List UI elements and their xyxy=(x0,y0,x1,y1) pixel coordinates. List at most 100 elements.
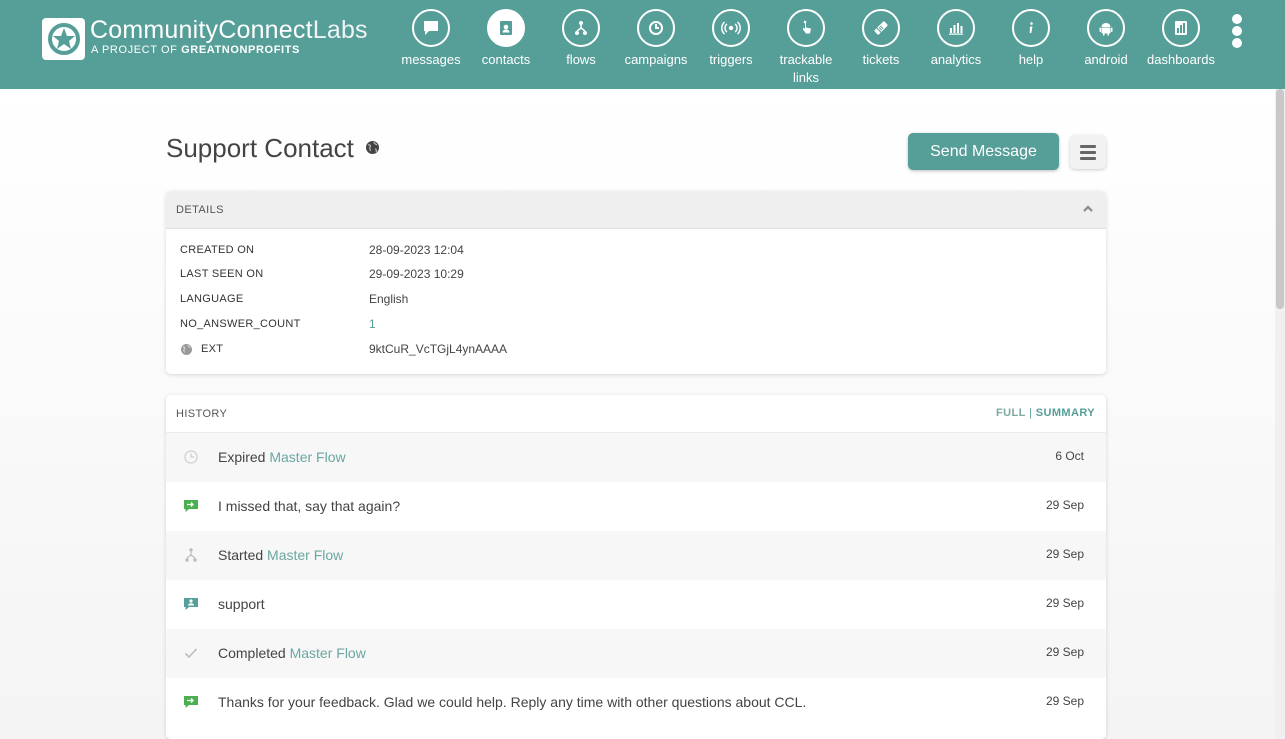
detail-value[interactable]: 1 xyxy=(369,317,376,331)
more-menu-icon[interactable] xyxy=(1230,14,1244,48)
history-row: support 29 Sep xyxy=(166,580,1106,629)
history-event-label: Expired xyxy=(218,449,266,465)
nav-label: contacts xyxy=(481,52,531,67)
brand-subtitle-prefix: A PROJECT OF xyxy=(91,44,178,56)
nav-label: help xyxy=(1018,52,1044,67)
contacts-icon xyxy=(487,9,525,47)
nav-label: campaigns xyxy=(624,52,688,67)
scrollbar-thumb[interactable] xyxy=(1276,89,1284,309)
nav-triggers[interactable]: triggers xyxy=(691,9,771,69)
send-message-button[interactable]: Send Message xyxy=(908,133,1059,170)
globe-icon xyxy=(181,343,192,355)
nav-label: trackable links xyxy=(779,52,833,85)
history-date: 6 Oct xyxy=(1055,449,1084,463)
brand-title-main: CommunityConnect xyxy=(90,16,313,44)
nav-label: dashboards xyxy=(1147,52,1215,67)
history-row: Started Master Flow 29 Sep xyxy=(166,531,1106,580)
detail-key: CREATED ON xyxy=(180,244,255,256)
nav-messages[interactable]: messages xyxy=(391,9,471,69)
nav-android[interactable]: android xyxy=(1066,9,1146,69)
history-date: 29 Sep xyxy=(1045,596,1084,610)
history-date: 29 Sep xyxy=(1045,498,1084,512)
page-title: Support Contact xyxy=(166,133,354,163)
detail-key-ext: EXT xyxy=(180,343,369,356)
history-view-toggle: FULL | SUMMARY xyxy=(996,407,1095,419)
history-date: 29 Sep xyxy=(1045,694,1084,708)
globe-icon xyxy=(365,140,380,160)
clock-icon xyxy=(183,449,199,465)
messages-icon xyxy=(412,9,450,47)
detail-row-no-answer-count: NO_ANSWER_COUNT 1 xyxy=(180,314,1080,334)
detail-value: 28-09-2023 12:04 xyxy=(369,243,464,257)
history-text: Completed Master Flow xyxy=(218,644,366,662)
nav-label: tickets xyxy=(862,52,900,67)
tickets-icon xyxy=(862,9,900,47)
detail-row-ext: EXT 9ktCuR_VcTGjL4ynAAAA xyxy=(180,339,1080,359)
campaigns-icon xyxy=(637,9,675,47)
nav-trackable-links[interactable]: trackable links xyxy=(766,9,846,87)
history-row: Thanks for your feedback. Glad we could … xyxy=(166,678,1106,727)
detail-key: NO_ANSWER_COUNT xyxy=(180,318,301,330)
flow-link[interactable]: Master Flow xyxy=(269,449,345,465)
history-text: support xyxy=(218,595,265,613)
menu-icon xyxy=(1080,144,1096,148)
brand-title: CommunityConnectLabs xyxy=(90,15,368,45)
history-summary-link[interactable]: SUMMARY xyxy=(1036,407,1095,419)
details-panel: DETAILS CREATED ON 28-09-2023 12:04 LAST… xyxy=(166,191,1106,374)
analytics-icon xyxy=(937,9,975,47)
detail-row-last-seen: LAST SEEN ON 29-09-2023 10:29 xyxy=(180,264,1080,284)
history-event-label: I missed that, say that again? xyxy=(218,498,401,514)
history-full-link[interactable]: FULL xyxy=(996,407,1026,419)
android-icon xyxy=(1087,9,1125,47)
nav-campaigns[interactable]: campaigns xyxy=(616,9,696,69)
history-panel: HISTORY FULL | SUMMARY Expired Master Fl… xyxy=(166,395,1106,739)
dashboards-icon xyxy=(1162,9,1200,47)
chevron-up-icon[interactable] xyxy=(1082,203,1094,218)
history-text: Started Master Flow xyxy=(218,546,343,564)
brand-subtitle-org: GREATNONPROFITS xyxy=(181,44,300,56)
nav-flows[interactable]: flows xyxy=(541,9,621,69)
nav-label: analytics xyxy=(930,52,982,67)
history-header: HISTORY FULL | SUMMARY xyxy=(166,395,1106,433)
brand-title-suffix: Labs xyxy=(312,16,368,44)
nav-dashboards[interactable]: dashboards xyxy=(1141,9,1221,69)
nav-tickets[interactable]: tickets xyxy=(841,9,921,69)
detail-value: English xyxy=(369,292,409,306)
brand-subtitle: A PROJECT OF GREATNONPROFITS xyxy=(91,44,300,56)
nav-contacts[interactable]: contacts xyxy=(466,9,546,69)
history-text: I missed that, say that again? xyxy=(218,497,400,515)
brand-logo-icon[interactable] xyxy=(42,18,85,60)
flows-icon xyxy=(562,9,600,47)
history-separator: | xyxy=(1029,407,1033,419)
history-header-label: HISTORY xyxy=(176,407,228,420)
details-header-label: DETAILS xyxy=(176,203,224,216)
history-text: Thanks for your feedback. Glad we could … xyxy=(218,693,806,711)
history-text: Expired Master Flow xyxy=(218,448,346,466)
trackable-links-icon xyxy=(787,9,825,47)
history-row: Completed Master Flow 29 Sep xyxy=(166,629,1106,678)
triggers-icon xyxy=(712,9,750,47)
flow-link[interactable]: Master Flow xyxy=(267,547,343,563)
detail-key: LAST SEEN ON xyxy=(180,268,264,280)
history-event-label: Thanks for your feedback. Glad we could … xyxy=(218,694,807,710)
details-header[interactable]: DETAILS xyxy=(166,191,1106,229)
detail-key: LANGUAGE xyxy=(180,293,244,305)
detail-key: EXT xyxy=(201,343,224,355)
nav-help[interactable]: help xyxy=(991,9,1071,69)
outgoing-message-icon xyxy=(183,498,199,514)
contact-menu-button[interactable] xyxy=(1070,135,1106,169)
nav-label: flows xyxy=(566,52,596,67)
nav-label: android xyxy=(1084,52,1128,67)
flow-link[interactable]: Master Flow xyxy=(290,645,366,661)
nav-label: messages xyxy=(401,52,461,67)
help-info-icon xyxy=(1012,9,1050,47)
history-event-label: Completed xyxy=(218,645,286,661)
menu-icon xyxy=(1080,150,1096,154)
incoming-message-icon xyxy=(183,596,199,612)
check-icon xyxy=(183,645,199,661)
outgoing-message-icon xyxy=(183,694,199,710)
history-event-label: Started xyxy=(218,547,264,563)
detail-row-language: LANGUAGE English xyxy=(180,289,1080,309)
nav-analytics[interactable]: analytics xyxy=(916,9,996,69)
history-row: I missed that, say that again? 29 Sep xyxy=(166,482,1106,531)
